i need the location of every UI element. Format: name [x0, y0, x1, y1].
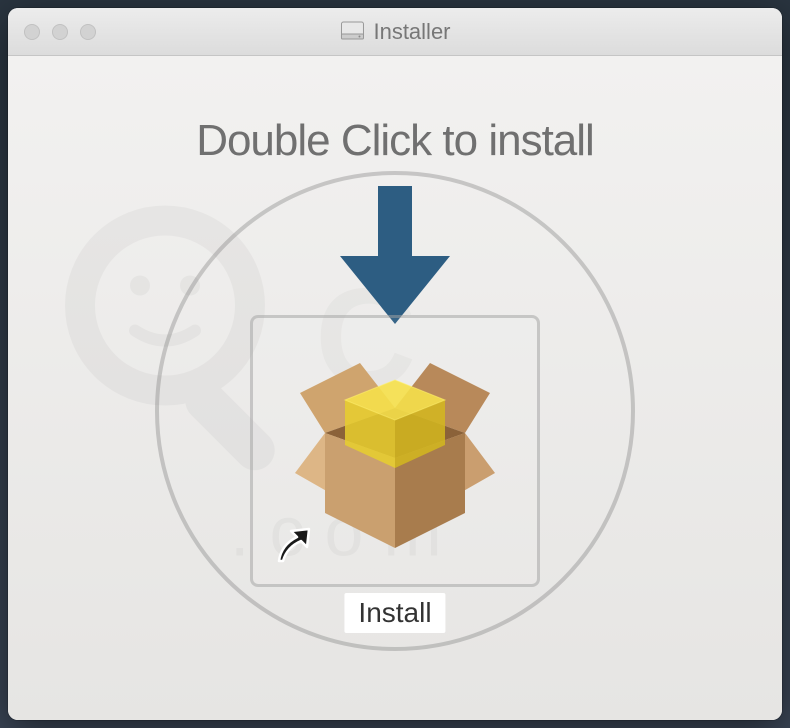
instruction-text: Double Click to install: [8, 116, 782, 166]
close-button[interactable]: [24, 24, 40, 40]
maximize-button[interactable]: [80, 24, 96, 40]
window-content: C .com Double Click to install: [8, 56, 782, 720]
disk-icon: [339, 19, 365, 45]
window-title: Installer: [373, 19, 450, 45]
window-title-group: Installer: [339, 19, 450, 45]
package-box-icon: [290, 338, 500, 563]
minimize-button[interactable]: [52, 24, 68, 40]
window-controls: [8, 24, 96, 40]
install-label: Install: [344, 593, 445, 633]
down-arrow-icon: [340, 186, 450, 331]
installer-window: Installer C .com Double Click to install: [8, 8, 782, 720]
install-package-icon[interactable]: [250, 315, 540, 587]
shortcut-arrow-icon: [271, 525, 315, 574]
titlebar: Installer: [8, 8, 782, 56]
